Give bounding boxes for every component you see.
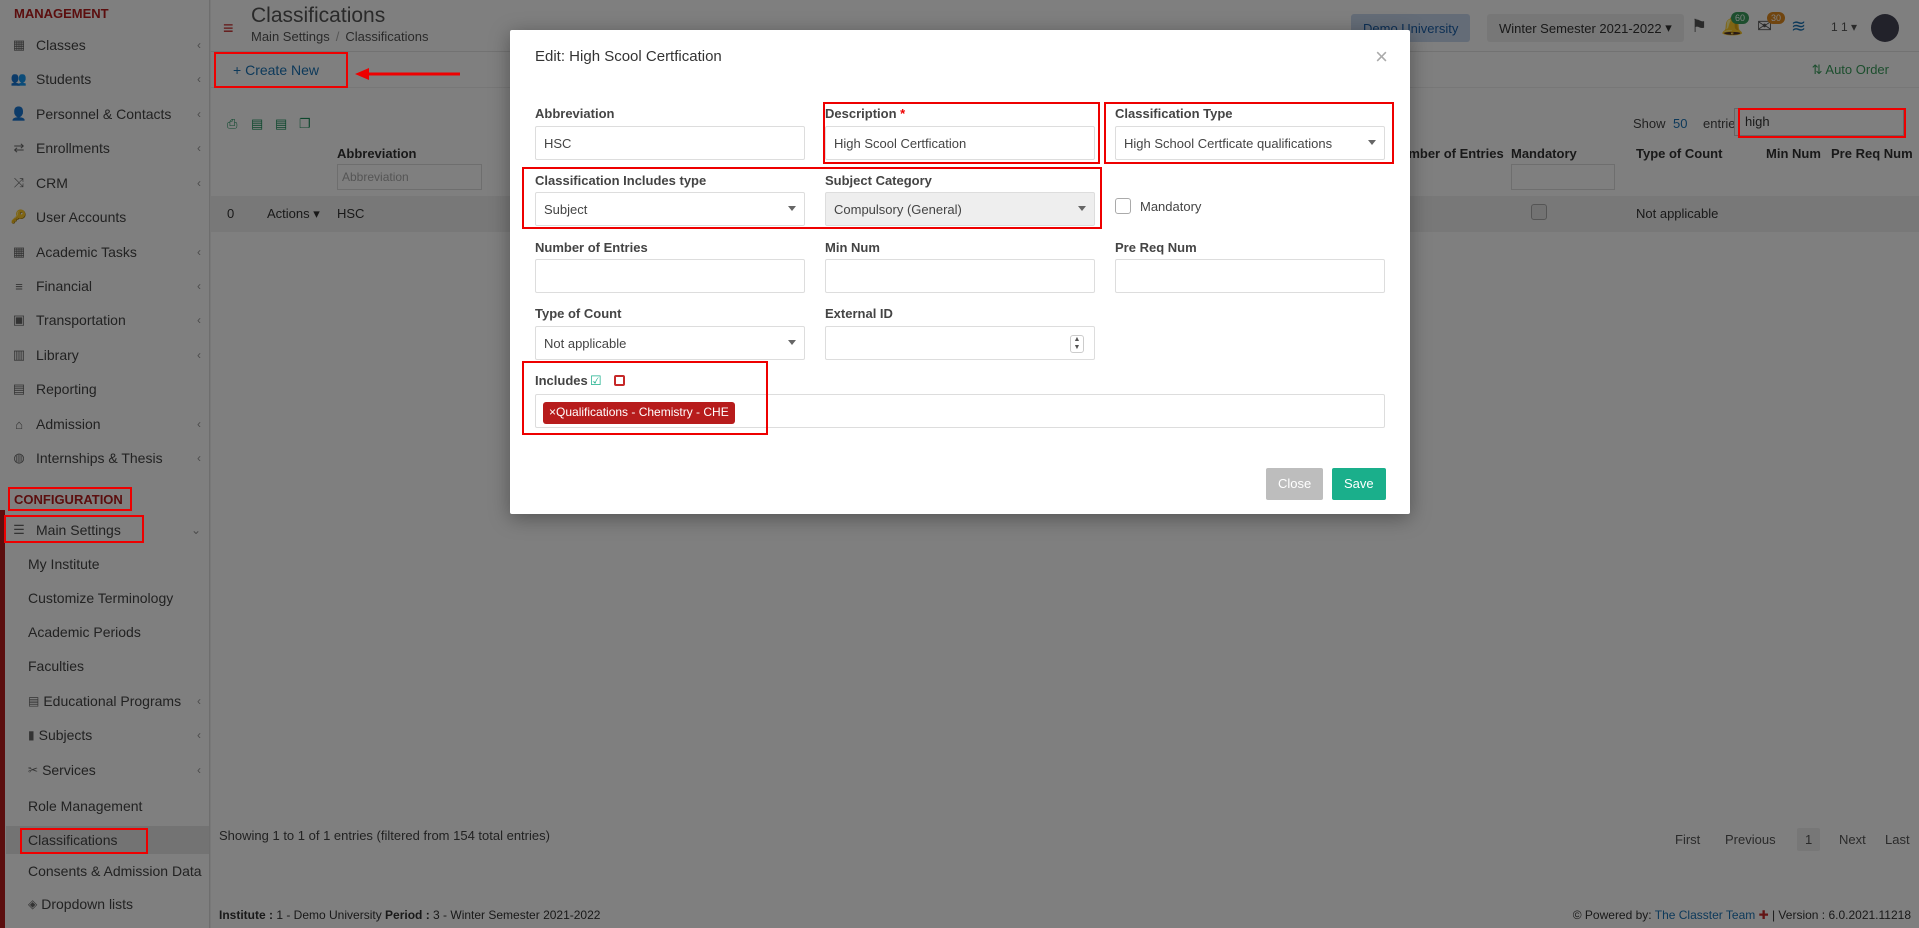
- description-label: Description *: [825, 106, 905, 121]
- close-icon[interactable]: ×: [1375, 44, 1388, 70]
- abbreviation-field[interactable]: HSC: [535, 126, 805, 160]
- required-marker: *: [900, 106, 906, 121]
- modal-title: Edit: High Scool Certfication: [535, 48, 722, 65]
- includes-type-select[interactable]: Subject: [535, 192, 805, 226]
- includes-tag: ×Qualifications - Chemistry - CHE: [543, 402, 735, 424]
- pre-req-field[interactable]: [1115, 259, 1385, 293]
- classification-type-label: Classification Type: [1115, 106, 1233, 121]
- external-id-label: External ID: [825, 306, 893, 321]
- select-all-icon[interactable]: ☑: [590, 373, 602, 389]
- min-num-field[interactable]: [825, 259, 1095, 293]
- remove-tag-icon[interactable]: ×: [549, 405, 556, 419]
- mandatory-label: Mandatory: [1140, 199, 1202, 214]
- subject-category-value: Compulsory (General): [834, 202, 962, 217]
- classification-type-select[interactable]: High School Certficate qualifications: [1115, 126, 1385, 160]
- mandatory-checkbox[interactable]: [1115, 198, 1131, 214]
- pre-req-label: Pre Req Num: [1115, 240, 1197, 255]
- external-id-field[interactable]: ▲ ▼: [825, 326, 1095, 360]
- type-of-count-select[interactable]: Not applicable: [535, 326, 805, 360]
- includes-type-value: Subject: [544, 202, 588, 217]
- description-label-text: Description: [825, 106, 897, 121]
- classification-type-value: High School Certficate qualifications: [1124, 136, 1333, 151]
- subject-category-select[interactable]: Compulsory (General): [825, 192, 1095, 226]
- caret-down-icon: [1368, 140, 1376, 145]
- close-button[interactable]: Close: [1266, 468, 1324, 500]
- includes-tag-label: Qualifications - Chemistry - CHE: [556, 405, 729, 419]
- caret-down-icon: [788, 340, 796, 345]
- caret-down-icon: [788, 206, 796, 211]
- includes-type-label: Classification Includes type: [535, 173, 707, 188]
- arrow-pointer-icon: [355, 68, 460, 80]
- subject-category-label: Subject Category: [825, 173, 932, 188]
- abbreviation-label: Abbreviation: [535, 106, 615, 121]
- num-entries-field[interactable]: [535, 259, 805, 293]
- includes-label: Includes: [535, 373, 588, 388]
- min-num-label: Min Num: [825, 240, 880, 255]
- type-of-count-label: Type of Count: [535, 306, 622, 321]
- deselect-all-icon[interactable]: [614, 375, 625, 386]
- type-of-count-value: Not applicable: [544, 336, 627, 351]
- caret-down-icon: [1078, 206, 1086, 211]
- edit-modal: Edit: High Scool Certfication × Abbrevia…: [510, 30, 1410, 514]
- description-field[interactable]: High Scool Certfication: [825, 126, 1095, 160]
- save-button[interactable]: Save: [1332, 468, 1386, 500]
- num-entries-label: Number of Entries: [535, 240, 648, 255]
- spinner-icon[interactable]: ▲ ▼: [1070, 335, 1084, 353]
